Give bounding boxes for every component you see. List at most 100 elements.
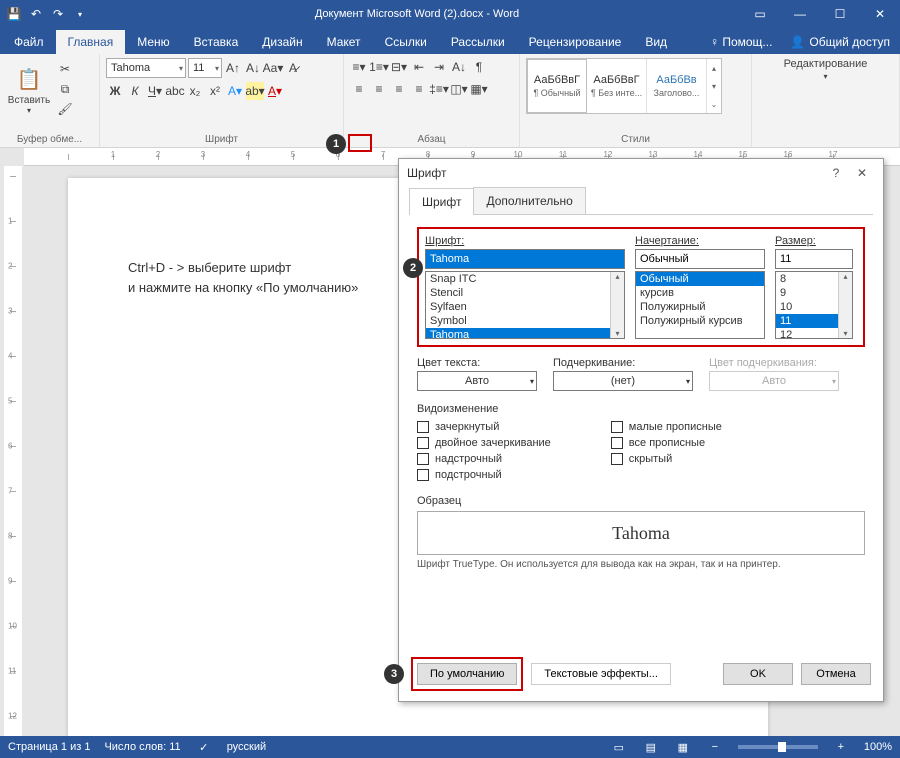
- decrease-indent-icon[interactable]: ⇤: [410, 58, 428, 76]
- borders-icon[interactable]: ▦▾: [470, 80, 488, 98]
- list-item[interactable]: Stencil: [426, 286, 624, 300]
- dialog-tab-font[interactable]: Шрифт: [409, 188, 474, 215]
- undo-icon[interactable]: ↶: [28, 6, 44, 22]
- bullets-icon[interactable]: ≡▾: [350, 58, 368, 76]
- font-style-input[interactable]: [635, 249, 765, 269]
- format-painter-icon[interactable]: 🖌: [56, 100, 74, 118]
- tab-mailings[interactable]: Рассылки: [439, 30, 517, 54]
- checkbox-subscript[interactable]: подстрочный: [417, 469, 551, 481]
- dialog-tab-advanced[interactable]: Дополнительно: [473, 187, 585, 214]
- status-language[interactable]: русский: [227, 741, 266, 753]
- tab-review[interactable]: Рецензирование: [517, 30, 634, 54]
- show-marks-icon[interactable]: ¶: [470, 58, 488, 76]
- text-effects-button[interactable]: Текстовые эффекты...: [531, 663, 671, 685]
- font-name-input[interactable]: [425, 249, 625, 269]
- align-center-icon[interactable]: ≡: [370, 80, 388, 98]
- list-item[interactable]: Обычный: [636, 272, 764, 286]
- subscript-icon[interactable]: x₂: [186, 82, 204, 100]
- copy-icon[interactable]: ⧉: [56, 80, 74, 98]
- zoom-level[interactable]: 100%: [864, 741, 892, 753]
- minimize-icon[interactable]: —: [780, 0, 820, 28]
- styles-gallery[interactable]: АаБбВвГ¶ Обычный АаБбВвГ¶ Без инте... Аа…: [526, 58, 722, 114]
- maximize-icon[interactable]: ☐: [820, 0, 860, 28]
- zoom-slider[interactable]: [738, 745, 818, 749]
- font-size-input[interactable]: [775, 249, 853, 269]
- dialog-close-icon[interactable]: ✕: [849, 166, 875, 180]
- text-effects-icon[interactable]: A▾: [226, 82, 244, 100]
- list-item[interactable]: Полужирный курсив: [636, 314, 764, 328]
- highlight-icon[interactable]: ab▾: [246, 82, 264, 100]
- checkbox-hidden[interactable]: скрытый: [611, 453, 722, 465]
- ok-button[interactable]: OK: [723, 663, 793, 685]
- share-button[interactable]: 👤 Общий доступ: [780, 30, 900, 54]
- font-list[interactable]: Snap ITC Stencil Sylfaen Symbol Tahoma ▴…: [425, 271, 625, 339]
- list-item[interactable]: Snap ITC: [426, 272, 624, 286]
- gallery-up-icon[interactable]: ▴: [712, 64, 716, 73]
- editing-button[interactable]: Редактирование▾: [784, 58, 868, 82]
- checkbox-strikethrough[interactable]: зачеркнутый: [417, 421, 551, 433]
- paste-button[interactable]: 📋 Вставить ▾: [6, 58, 52, 122]
- zoom-in-icon[interactable]: +: [832, 741, 850, 753]
- tab-file[interactable]: Файл: [2, 30, 56, 54]
- tab-view[interactable]: Вид: [633, 30, 679, 54]
- read-mode-icon[interactable]: ▭: [610, 741, 628, 754]
- shrink-font-icon[interactable]: A↓: [244, 59, 262, 77]
- checkbox-superscript[interactable]: надстрочный: [417, 453, 551, 465]
- tab-insert[interactable]: Вставка: [182, 30, 251, 54]
- redo-icon[interactable]: ↷: [50, 6, 66, 22]
- superscript-icon[interactable]: x²: [206, 82, 224, 100]
- font-name-combo[interactable]: Tahoma▾: [106, 58, 186, 78]
- gallery-down-icon[interactable]: ▾: [712, 82, 716, 91]
- web-layout-icon[interactable]: ▦: [674, 741, 692, 754]
- list-item[interactable]: Symbol: [426, 314, 624, 328]
- list-item[interactable]: Tahoma: [426, 328, 624, 339]
- checkbox-small-caps[interactable]: малые прописные: [611, 421, 722, 433]
- tab-menu[interactable]: Меню: [125, 30, 181, 54]
- size-list[interactable]: 8 9 10 11 12 ▴▾: [775, 271, 853, 339]
- font-size-combo[interactable]: 11▾: [188, 58, 222, 78]
- close-icon[interactable]: ✕: [860, 0, 900, 28]
- print-layout-icon[interactable]: ▤: [642, 741, 660, 754]
- checkbox-double-strikethrough[interactable]: двойное зачеркивание: [417, 437, 551, 449]
- save-icon[interactable]: 💾: [6, 6, 22, 22]
- align-left-icon[interactable]: ≡: [350, 80, 368, 98]
- status-words[interactable]: Число слов: 11: [104, 741, 180, 753]
- list-item[interactable]: курсив: [636, 286, 764, 300]
- zoom-out-icon[interactable]: −: [706, 741, 724, 753]
- increase-indent-icon[interactable]: ⇥: [430, 58, 448, 76]
- set-default-button[interactable]: По умолчанию: [417, 663, 517, 685]
- italic-icon[interactable]: К: [126, 82, 144, 100]
- font-color-icon[interactable]: A▾: [266, 82, 284, 100]
- sort-icon[interactable]: A↓: [450, 58, 468, 76]
- ribbon-options-icon[interactable]: ▭: [740, 0, 780, 28]
- status-page[interactable]: Страница 1 из 1: [8, 741, 90, 753]
- list-item[interactable]: Sylfaen: [426, 300, 624, 314]
- cut-icon[interactable]: ✂: [56, 60, 74, 78]
- style-heading[interactable]: АаБбВвЗаголово...: [647, 59, 707, 113]
- clear-formatting-icon[interactable]: A̷: [284, 59, 302, 77]
- font-color-select[interactable]: Авто▾: [417, 371, 537, 391]
- tab-layout[interactable]: Макет: [315, 30, 373, 54]
- gallery-more-icon[interactable]: ⌄: [711, 100, 718, 109]
- tab-references[interactable]: Ссылки: [373, 30, 439, 54]
- line-spacing-icon[interactable]: ‡≡▾: [430, 80, 448, 98]
- underline-icon[interactable]: Ч▾: [146, 82, 164, 100]
- grow-font-icon[interactable]: A↑: [224, 59, 242, 77]
- spellcheck-icon[interactable]: ✓: [195, 741, 213, 754]
- tell-me[interactable]: ♀ Помощ...: [702, 30, 780, 54]
- bold-icon[interactable]: Ж: [106, 82, 124, 100]
- align-right-icon[interactable]: ≡: [390, 80, 408, 98]
- strikethrough-icon[interactable]: abc: [166, 82, 184, 100]
- tab-design[interactable]: Дизайн: [250, 30, 314, 54]
- shading-icon[interactable]: ◫▾: [450, 80, 468, 98]
- qat-more-icon[interactable]: ▾: [72, 6, 88, 22]
- justify-icon[interactable]: ≡: [410, 80, 428, 98]
- vertical-ruler[interactable]: 12345678910111213: [4, 166, 22, 756]
- style-nospacing[interactable]: АаБбВвГ¶ Без инте...: [587, 59, 647, 113]
- cancel-button[interactable]: Отмена: [801, 663, 871, 685]
- change-case-icon[interactable]: Aa▾: [264, 59, 282, 77]
- scrollbar[interactable]: ▴▾: [838, 272, 852, 338]
- numbering-icon[interactable]: 1≡▾: [370, 58, 388, 76]
- list-item[interactable]: Полужирный: [636, 300, 764, 314]
- checkbox-all-caps[interactable]: все прописные: [611, 437, 722, 449]
